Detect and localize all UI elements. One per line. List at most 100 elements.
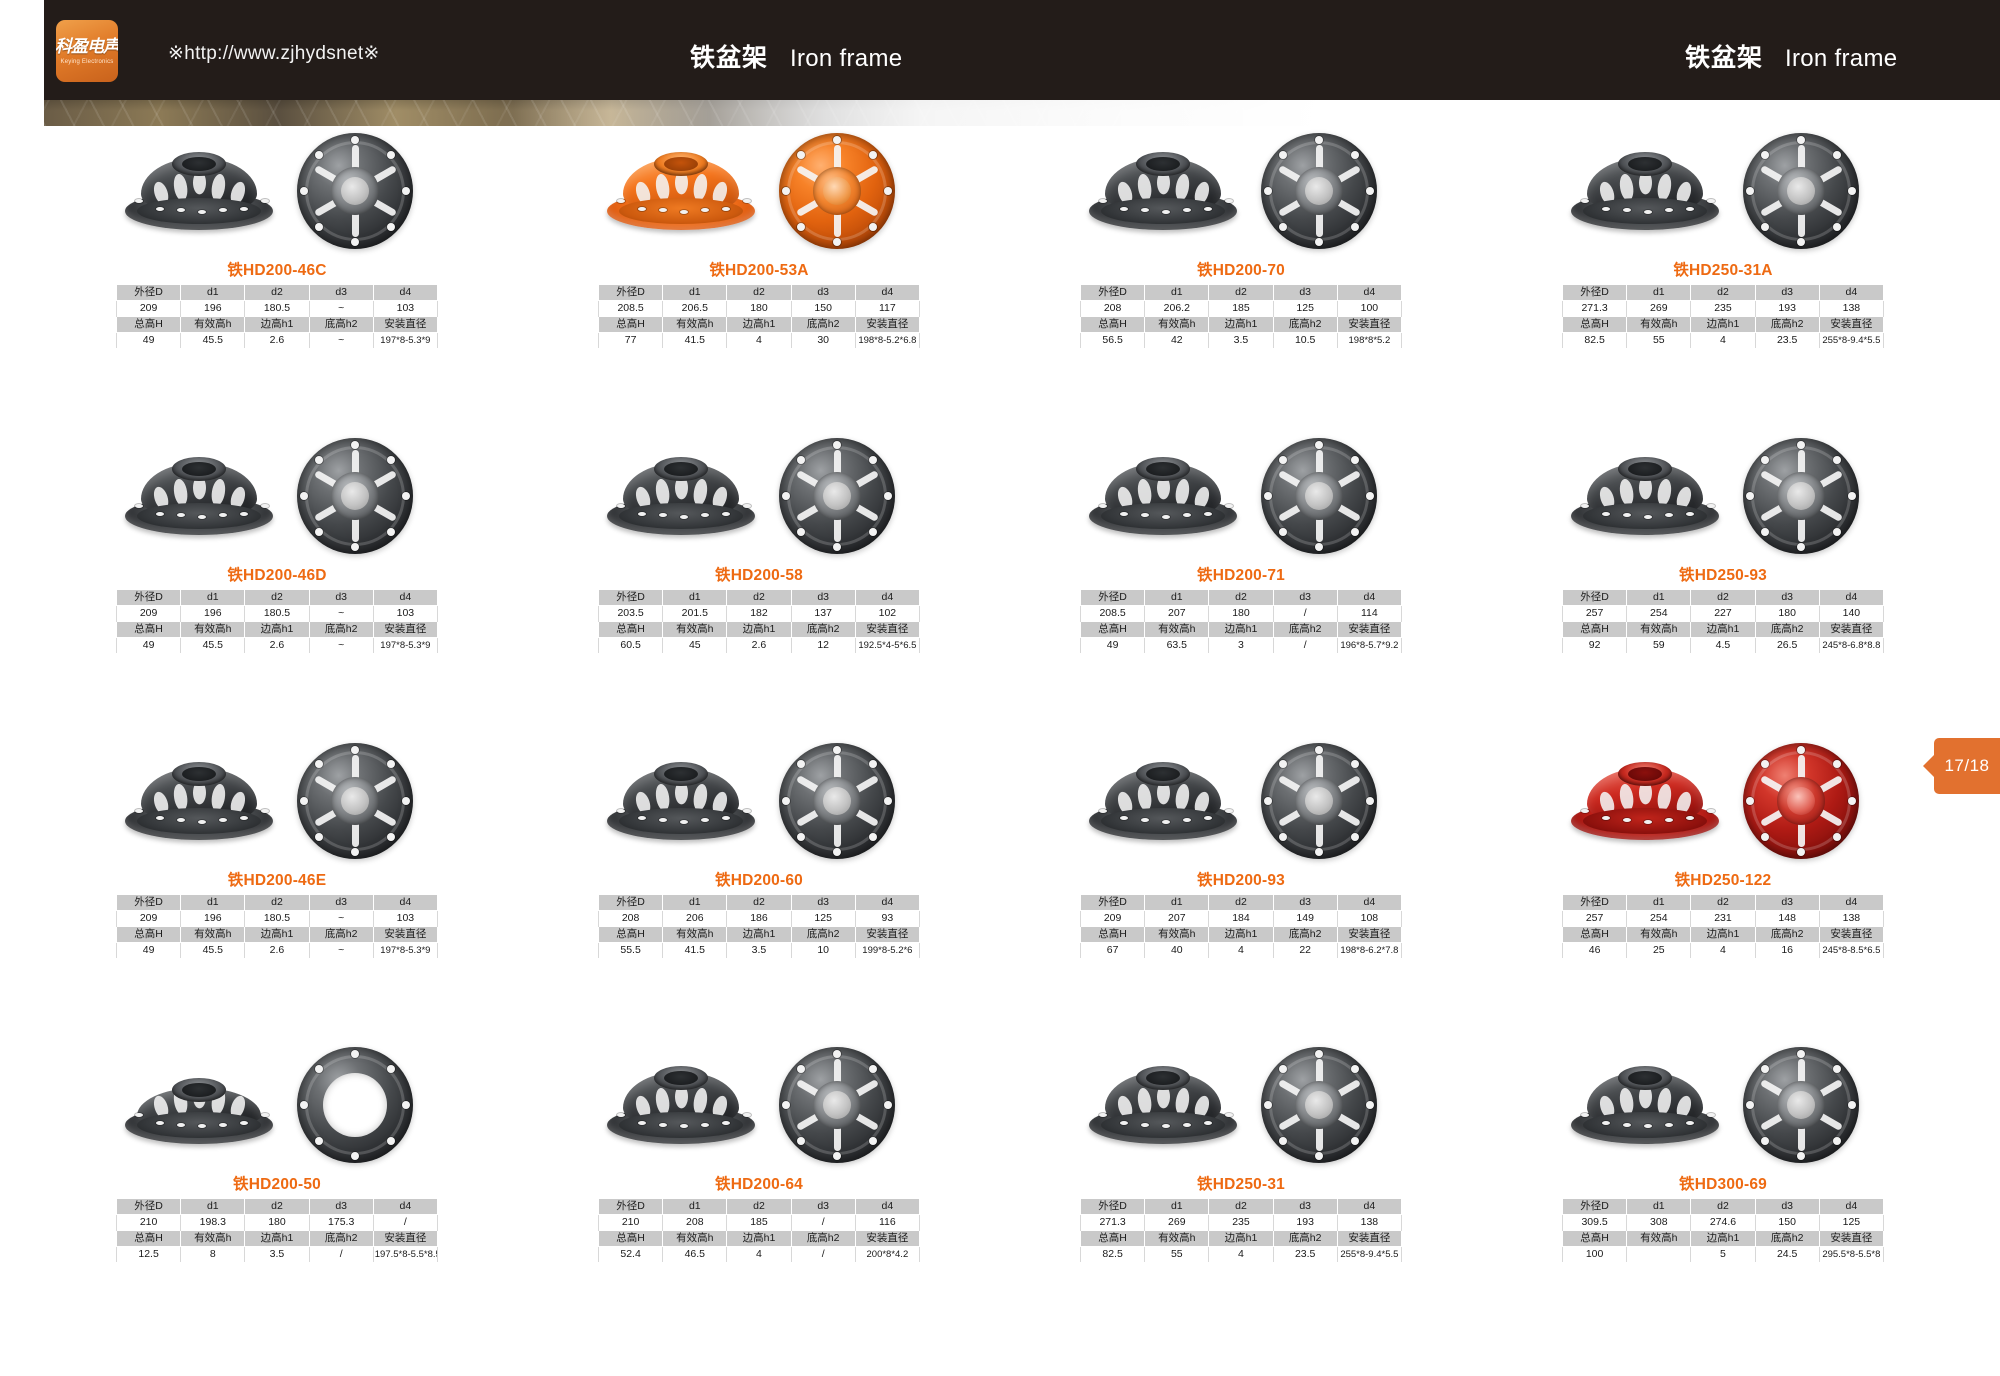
table-row: 46 25 4 16 245*8-8.5*6.5: [1561, 942, 1885, 958]
product-model-label: 铁HD250-93: [1679, 566, 1767, 584]
frame-front-view: [280, 742, 430, 860]
mounting-lug: [1797, 136, 1805, 144]
mounting-lug: [833, 136, 841, 144]
table-row: 外径D d1 d2 d3 d4: [115, 893, 439, 911]
frame-neck-opening: [1628, 461, 1662, 476]
spec-height-value: 4: [1208, 1246, 1274, 1263]
spec-height-value: 56.5: [1079, 332, 1146, 348]
spec-header-height: 有效高h: [662, 925, 728, 943]
mounting-lug: [1278, 1137, 1287, 1146]
mounting-lug: [314, 223, 323, 232]
spec-header-dim: d1: [1626, 588, 1692, 606]
spec-dim-value: 148: [1754, 910, 1820, 926]
table-row: 67 40 4 22 198*8-6.2*7.8: [1079, 942, 1403, 958]
table-row: 总高H 有效高h 边高h1 底高h2 安装直径: [1079, 316, 1403, 333]
mounting-hole: [1707, 199, 1715, 204]
mounting-hole: [156, 511, 164, 516]
mounting-lug: [1315, 745, 1323, 754]
spec-header-dim: d3: [1272, 284, 1338, 301]
spec-dim-value: 207: [1144, 605, 1210, 622]
spec-header-height: 底高h2: [1754, 316, 1820, 333]
spec-header-dim: d3: [1754, 1198, 1820, 1216]
spec-header-height: 安装直径: [854, 925, 921, 943]
spec-dim-value: 208: [1079, 300, 1146, 317]
mounting-hole: [1204, 206, 1212, 211]
spec-header-height: 有效高h: [1626, 316, 1692, 333]
spec-header-dim: d4: [1336, 284, 1403, 301]
table-row: 外径D d1 d2 d3 d4: [115, 284, 439, 301]
product-model-label: 铁HD200-50: [233, 1176, 321, 1194]
mounting-lug: [387, 527, 396, 536]
spec-header-dim: d1: [180, 893, 246, 911]
spec-header-dim: 外径D: [1561, 284, 1628, 301]
mounting-hole: [219, 817, 227, 822]
mounting-lug: [869, 223, 878, 232]
spec-dim-value: 235: [1690, 300, 1756, 317]
spec-header-height: 有效高h: [1144, 620, 1210, 638]
spec-header-height: 总高H: [115, 925, 182, 943]
spec-header-dim: d2: [726, 588, 792, 606]
spec-header-dim: d1: [662, 284, 728, 301]
page-title-cn: 铁盆架: [690, 44, 769, 72]
spec-dim-value: 125: [1818, 1214, 1885, 1231]
spec-height-value: 198*8-5.2*6.8: [854, 332, 921, 348]
mounting-lug: [1833, 150, 1842, 159]
spec-header-dim: 外径D: [115, 588, 182, 606]
spec-header-height: 安装直径: [1336, 1230, 1403, 1248]
mounting-hole: [240, 511, 248, 516]
product-images: [55, 1044, 499, 1166]
mounting-hole: [261, 199, 269, 204]
frame-hub-opening: [341, 177, 369, 205]
mounting-hole: [659, 1122, 667, 1127]
mounting-lug: [1315, 847, 1323, 856]
mounting-lug: [351, 440, 359, 449]
specification-table: 外径D d1 d2 d3 d4 210 208 185/116 总高H 有效高h 边高h1 底高h…: [597, 1198, 921, 1263]
spec-dim-value: 185: [726, 1214, 792, 1231]
spec-height-value: 255*8-9.4*5.5: [1336, 1246, 1403, 1263]
table-row: 外径D d1 d2 d3 d4: [597, 893, 921, 911]
spec-header-dim: d2: [1208, 893, 1274, 911]
spec-height-value: 5: [1690, 1246, 1756, 1263]
frame-side-view: [1570, 444, 1720, 548]
spec-header-height: 边高h1: [244, 316, 310, 333]
mounting-lug: [1848, 491, 1856, 500]
spec-header-height: 边高h1: [1690, 620, 1756, 638]
mounting-lug: [1351, 832, 1360, 841]
table-row: 49 45.5 2.6 ~197*8-5.3*9: [115, 942, 439, 958]
spec-dim-value: 208: [662, 1214, 728, 1231]
product-images: [55, 740, 499, 862]
spec-height-value: 3.5: [726, 942, 792, 958]
frame-side-view: [606, 749, 756, 853]
spec-header-dim: d2: [244, 1198, 310, 1216]
spec-dim-value: /: [1272, 605, 1338, 622]
mounting-lug: [1278, 527, 1287, 536]
mounting-lug: [1315, 542, 1323, 551]
frame-hub-opening: [1305, 786, 1333, 815]
product-model-label: 铁HD200-46C: [227, 262, 327, 279]
product-images: [1501, 1044, 1945, 1166]
mounting-lug: [833, 1152, 841, 1161]
mounting-lug: [1351, 760, 1360, 769]
spec-header-height: 边高h1: [1690, 316, 1756, 333]
spec-height-value: 4: [726, 332, 792, 348]
spec-height-value: 10: [790, 942, 856, 958]
spec-header-height: 总高H: [1561, 620, 1628, 638]
spec-dim-value: 150: [790, 300, 856, 317]
frame-disc: [297, 133, 413, 249]
spec-height-value: 12.5: [115, 1246, 182, 1263]
mounting-lug: [1833, 455, 1842, 464]
mounting-hole: [1623, 1122, 1631, 1127]
table-row: 外径D d1 d2 d3 d4: [115, 588, 439, 606]
table-row: 209 207 184 149 108: [1079, 910, 1403, 926]
mounting-lug: [833, 542, 841, 551]
spec-height-value: 45: [662, 637, 728, 653]
spec-dim-value: 108: [1336, 910, 1403, 926]
spec-height-value: 40: [1144, 942, 1210, 958]
spec-header-height: 总高H: [1079, 1230, 1146, 1248]
frame-side-view: [606, 139, 756, 243]
spec-dim-value: 149: [1272, 910, 1338, 926]
spec-dim-value: 180: [1208, 605, 1274, 622]
spec-dim-value: 309.5: [1561, 1214, 1628, 1231]
spec-header-dim: d4: [1818, 588, 1885, 606]
product-cell: 铁HD200-53A 外径D d1 d2 d3 d4 208.5 206.5 180 150 1…: [537, 128, 981, 429]
